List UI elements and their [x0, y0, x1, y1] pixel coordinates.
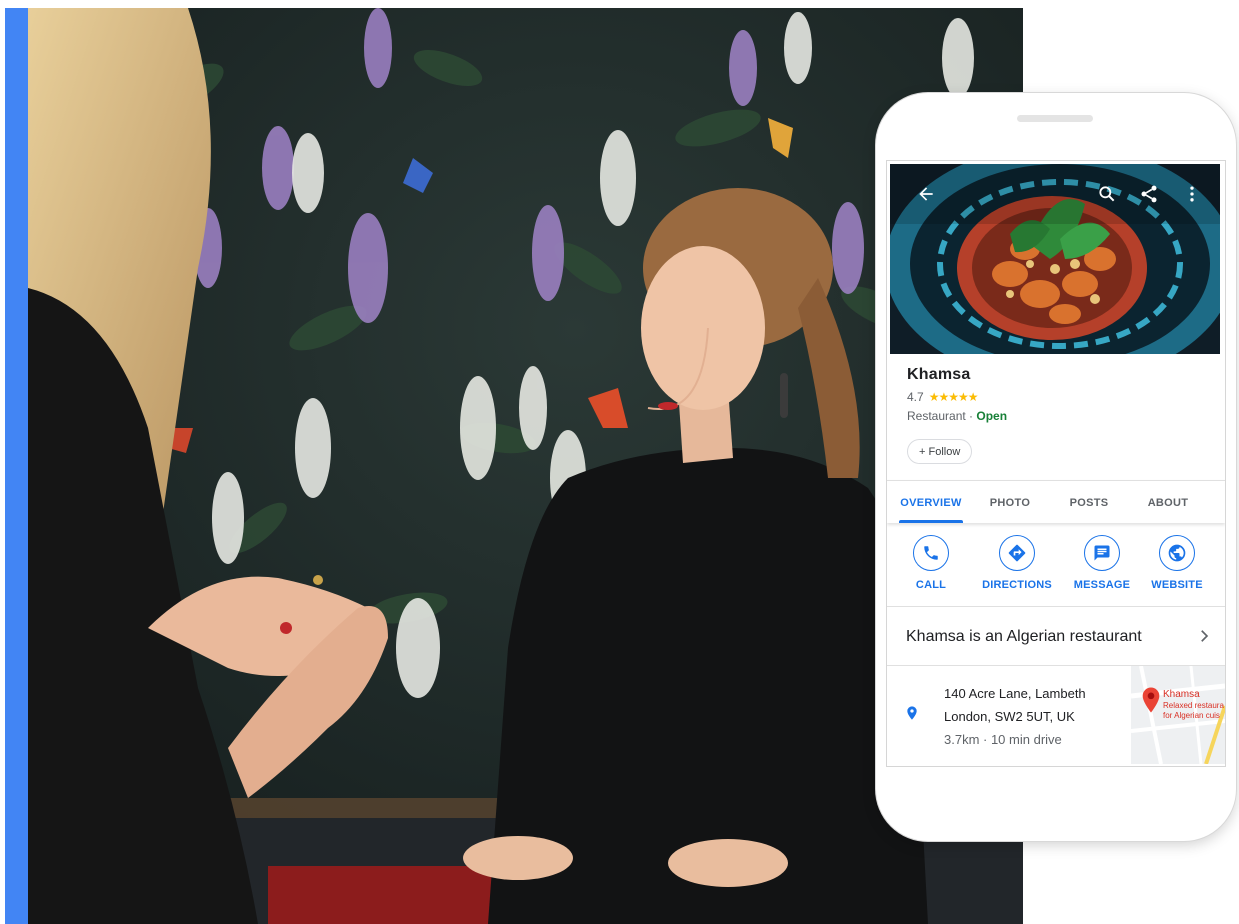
- quick-actions: CALL DIRECTIONS MESSAGE WEBSITE: [887, 531, 1225, 601]
- category-row: Restaurant · Open: [907, 409, 1007, 423]
- directions-icon: [999, 535, 1035, 571]
- back-arrow-icon[interactable]: [912, 180, 940, 208]
- address-row[interactable]: 140 Acre Lane, Lambeth London, SW2 5UT, …: [887, 666, 1225, 766]
- tab-about[interactable]: ABOUT: [1129, 481, 1207, 524]
- active-tab-indicator: [899, 520, 963, 523]
- directions-label: DIRECTIONS: [982, 579, 1052, 591]
- chevron-right-icon: [1195, 627, 1213, 650]
- marketing-composite: Khamsa 4.7 ★★★★★ Restaurant · Open + Fol…: [0, 0, 1239, 924]
- location-pin-icon: [904, 704, 920, 727]
- rating-value: 4.7: [907, 390, 924, 404]
- message-icon: [1084, 535, 1120, 571]
- map-sub-label-1: Relaxed restaura: [1163, 701, 1224, 710]
- open-status: Open: [976, 409, 1008, 423]
- message-label: MESSAGE: [1073, 579, 1131, 591]
- photo-illustration: [28, 8, 1023, 924]
- blue-accent-bar: [5, 8, 29, 924]
- address-line-2: London, SW2 5UT, UK: [944, 709, 1075, 724]
- rating-row: 4.7 ★★★★★: [907, 390, 979, 404]
- phone-speaker: [1017, 115, 1093, 122]
- directions-button[interactable]: DIRECTIONS: [977, 535, 1057, 591]
- call-button[interactable]: CALL: [891, 535, 971, 591]
- globe-icon: [1159, 535, 1195, 571]
- business-profile-screen: Khamsa 4.7 ★★★★★ Restaurant · Open + Fol…: [886, 160, 1226, 767]
- tab-photo[interactable]: PHOTO: [971, 481, 1049, 524]
- search-icon[interactable]: [1093, 180, 1121, 208]
- phone-icon: [913, 535, 949, 571]
- phone-mockup: Khamsa 4.7 ★★★★★ Restaurant · Open + Fol…: [876, 93, 1236, 841]
- map-sub-label-2: for Algerian cuis: [1163, 711, 1220, 720]
- category-label: Restaurant: [907, 409, 966, 423]
- tab-bar: OVERVIEW PHOTO POSTS ABOUT: [887, 480, 1225, 523]
- tab-overview[interactable]: OVERVIEW: [891, 481, 971, 524]
- hero-photo: [890, 164, 1220, 354]
- map-pin-icon: [1141, 687, 1161, 718]
- website-button[interactable]: WEBSITE: [1137, 535, 1217, 591]
- map-thumbnail[interactable]: Khamsa Relaxed restaura for Algerian cui…: [1131, 666, 1225, 764]
- place-name: Khamsa: [907, 366, 971, 383]
- follow-button[interactable]: + Follow: [907, 439, 973, 464]
- description-row[interactable]: Khamsa is an Algerian restaurant: [887, 606, 1225, 666]
- tab-posts[interactable]: POSTS: [1049, 481, 1129, 524]
- description-text: Khamsa is an Algerian restaurant: [906, 628, 1142, 645]
- separator-dot: ·: [969, 409, 974, 423]
- rating-stars: ★★★★★: [928, 390, 979, 404]
- map-place-label: Khamsa: [1163, 689, 1200, 700]
- address-line-1: 140 Acre Lane, Lambeth: [944, 686, 1086, 701]
- distance-text: 3.7km · 10 min drive: [944, 732, 1062, 747]
- message-button[interactable]: MESSAGE: [1062, 535, 1142, 591]
- hero-toolbar: [890, 164, 1220, 224]
- website-label: WEBSITE: [1151, 579, 1203, 591]
- background-photo: [28, 8, 1023, 924]
- share-icon[interactable]: [1135, 180, 1163, 208]
- call-label: CALL: [915, 579, 947, 591]
- more-vert-icon[interactable]: [1178, 180, 1206, 208]
